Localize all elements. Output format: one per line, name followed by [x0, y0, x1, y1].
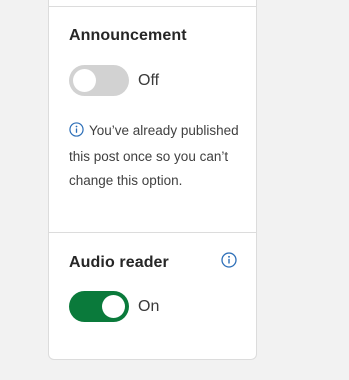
announcement-notice: You’ve already published this post once …: [69, 119, 239, 193]
announcement-toggle[interactable]: [69, 65, 129, 96]
settings-panel: Announcement Off You’ve already publishe…: [48, 0, 257, 360]
audio-reader-title: Audio reader: [69, 254, 169, 271]
info-icon[interactable]: [221, 252, 237, 268]
section-divider-top: [49, 6, 256, 7]
section-divider-middle: [49, 232, 256, 233]
audio-reader-toggle-knob: [102, 295, 125, 318]
audio-reader-toggle[interactable]: [69, 291, 129, 322]
announcement-toggle-knob: [73, 69, 96, 92]
info-icon: [69, 121, 84, 145]
announcement-title: Announcement: [69, 27, 187, 44]
announcement-toggle-label: Off: [138, 72, 160, 89]
audio-reader-toggle-label: On: [138, 298, 160, 315]
announcement-notice-text: You’ve already published this post once …: [69, 123, 239, 188]
